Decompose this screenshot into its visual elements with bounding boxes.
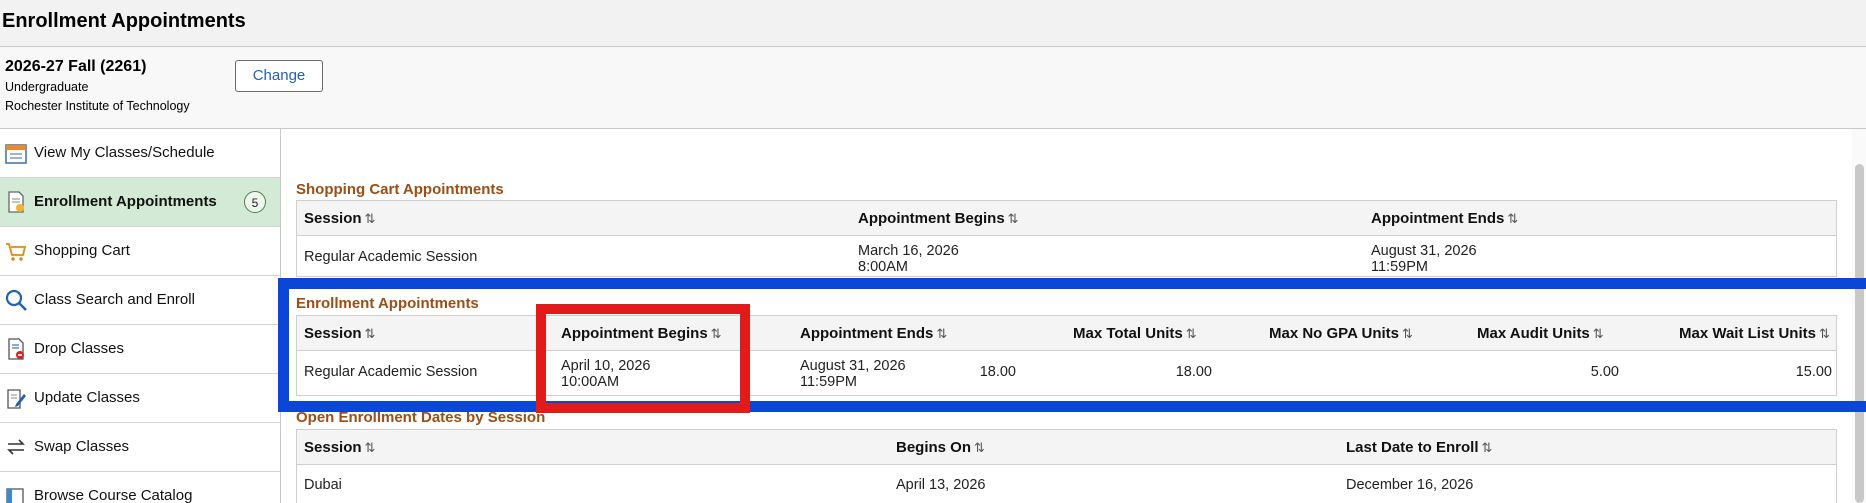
- sort-icon: ⇅: [1818, 326, 1830, 341]
- sort-icon: ⇅: [710, 326, 722, 341]
- sort-icon: ⇅: [1185, 326, 1197, 341]
- column-header-max-wait-list-units[interactable]: Max Wait List Units ⇅: [1679, 325, 1830, 342]
- ends-time-cell: 11:59PM: [1371, 259, 1428, 275]
- column-header-max-total-units[interactable]: Max Total Units ⇅: [1073, 325, 1197, 342]
- open-enrollment-table: Session ⇅ Begins On ⇅ Last Date to Enroll ⇅…: [296, 429, 1837, 503]
- enrollment-appointments-table: Session ⇅ Appointment Begins ⇅ Appointment…: [296, 315, 1837, 396]
- last-date-cell: December 16, 2026: [1346, 477, 1474, 493]
- begins-time-cell: 10:00AM: [561, 374, 620, 390]
- sort-icon: ⇅: [364, 326, 376, 341]
- column-header-begins-on[interactable]: Begins On ⇅: [896, 439, 985, 456]
- sidebar-item-shopping-cart[interactable]: Shopping Cart: [0, 227, 280, 276]
- appointments-count-badge: 5: [244, 191, 266, 213]
- sort-icon: ⇅: [974, 440, 985, 455]
- session-cell: Regular Academic Session: [304, 249, 478, 265]
- table-row: Regular Academic Session March 16, 2026 …: [297, 236, 1836, 281]
- max-total-units-cell: 18.00: [979, 364, 1016, 380]
- sidebar-nav: View My Classes/Schedule Enrollment Appo…: [0, 129, 281, 503]
- begins-time-cell: 8:00AM: [858, 259, 908, 275]
- sidebar-item-label: View My Classes/Schedule: [34, 144, 215, 161]
- sidebar-item-label: Class Search and Enroll: [34, 291, 195, 308]
- table-header-row: Session ⇅ Begins On ⇅ Last Date to Enroll ⇅: [297, 430, 1836, 465]
- sidebar-item-browse-catalog[interactable]: Browse Course Catalog: [0, 472, 280, 503]
- catalog-icon: [6, 488, 24, 503]
- shopping-cart-icon: [6, 243, 27, 261]
- term-career: Undergraduate: [5, 80, 89, 94]
- sidebar-item-view-my-classes[interactable]: View My Classes/Schedule: [0, 129, 280, 178]
- appointment-document-icon: [8, 191, 24, 213]
- page-title: Enrollment Appointments: [2, 10, 246, 32]
- sidebar-item-drop-classes[interactable]: Drop Classes: [0, 325, 280, 374]
- column-header-session[interactable]: Session ⇅: [304, 210, 375, 227]
- calendar-icon: [5, 144, 27, 164]
- sidebar-item-enrollment-appointments[interactable]: Enrollment Appointments 5: [0, 178, 280, 227]
- edit-document-icon: [7, 389, 26, 409]
- sort-icon: ⇅: [1481, 440, 1493, 455]
- search-icon: [5, 289, 27, 311]
- sidebar-item-label: Browse Course Catalog: [34, 487, 193, 503]
- begins-date-cell: April 10, 2026: [561, 358, 651, 374]
- ends-date-cell: August 31, 2026: [1371, 243, 1477, 259]
- sidebar-item-label: Drop Classes: [34, 340, 125, 357]
- session-cell: Regular Academic Session: [304, 364, 478, 380]
- column-header-max-audit-units[interactable]: Max Audit Units ⇅: [1477, 325, 1604, 342]
- sort-icon: ⇅: [1507, 211, 1519, 226]
- sort-icon: ⇅: [1402, 326, 1413, 341]
- sort-icon: ⇅: [1592, 326, 1604, 341]
- vertical-scrollbar[interactable]: [1852, 129, 1866, 503]
- enrollment-section-title: Enrollment Appointments: [296, 295, 479, 312]
- max-no-gpa-units-cell: 18.00: [1175, 364, 1212, 380]
- sidebar-item-label: Update Classes: [34, 389, 140, 406]
- sidebar-item-label: Shopping Cart: [34, 242, 130, 259]
- table-row: Dubai April 13, 2026 December 16, 2026: [297, 465, 1836, 503]
- table-row: Regular Academic Session April 10, 2026 …: [297, 351, 1836, 396]
- begins-date-cell: March 16, 2026: [858, 243, 959, 259]
- sidebar-item-update-classes[interactable]: Update Classes: [0, 374, 280, 423]
- column-header-appointment-ends[interactable]: Appointment Ends ⇅: [1371, 210, 1518, 227]
- ends-time-cell: 11:59PM: [800, 374, 857, 390]
- sidebar-item-label: Enrollment Appointments: [34, 193, 217, 210]
- drop-document-icon: [8, 338, 24, 360]
- column-header-last-date-to-enroll[interactable]: Last Date to Enroll ⇅: [1346, 439, 1492, 456]
- max-audit-units-cell: 5.00: [1590, 364, 1619, 380]
- column-header-session[interactable]: Session ⇅: [304, 325, 375, 342]
- term-bar: 2026-27 Fall (2261) Undergraduate Roches…: [0, 47, 1866, 129]
- sort-icon: ⇅: [1007, 211, 1019, 226]
- sidebar-item-label: Swap Classes: [34, 438, 130, 455]
- scrollbar-thumb[interactable]: [1855, 164, 1864, 503]
- sort-icon: ⇅: [364, 211, 376, 226]
- term-institution: Rochester Institute of Technology: [5, 99, 190, 113]
- term-name: 2026-27 Fall (2261): [5, 58, 147, 75]
- main-content: Shopping Cart Appointments Session ⇅ Appo…: [281, 129, 1866, 503]
- ends-date-cell: August 31, 2026: [800, 358, 906, 374]
- sidebar-item-swap-classes[interactable]: Swap Classes: [0, 423, 280, 472]
- table-header-row: Session ⇅ Appointment Begins ⇅ Appointment…: [297, 316, 1836, 351]
- change-term-button[interactable]: Change: [235, 60, 323, 92]
- session-cell: Dubai: [304, 477, 342, 493]
- sidebar-item-class-search[interactable]: Class Search and Enroll: [0, 276, 280, 325]
- column-header-appointment-begins[interactable]: Appointment Begins ⇅: [858, 210, 1019, 227]
- swap-arrows-icon: [7, 439, 25, 455]
- column-header-max-no-gpa-units[interactable]: Max No GPA Units ⇅: [1269, 325, 1413, 342]
- max-wait-list-units-cell: 15.00: [1795, 364, 1832, 380]
- begins-on-cell: April 13, 2026: [896, 477, 986, 493]
- shopping-cart-section-title: Shopping Cart Appointments: [296, 181, 504, 198]
- column-header-session[interactable]: Session ⇅: [304, 439, 375, 456]
- column-header-appointment-begins[interactable]: Appointment Begins ⇅: [561, 325, 722, 342]
- shopping-cart-table: Session ⇅ Appointment Begins ⇅ Appointment…: [296, 200, 1837, 277]
- table-header-row: Session ⇅ Appointment Begins ⇅ Appointment…: [297, 201, 1836, 236]
- open-enrollment-section-title: Open Enrollment Dates by Session: [296, 409, 546, 426]
- page-header: Enrollment Appointments: [0, 0, 1866, 47]
- column-header-appointment-ends[interactable]: Appointment Ends ⇅: [800, 325, 947, 342]
- sort-icon: ⇅: [364, 440, 376, 455]
- sort-icon: ⇅: [936, 326, 948, 341]
